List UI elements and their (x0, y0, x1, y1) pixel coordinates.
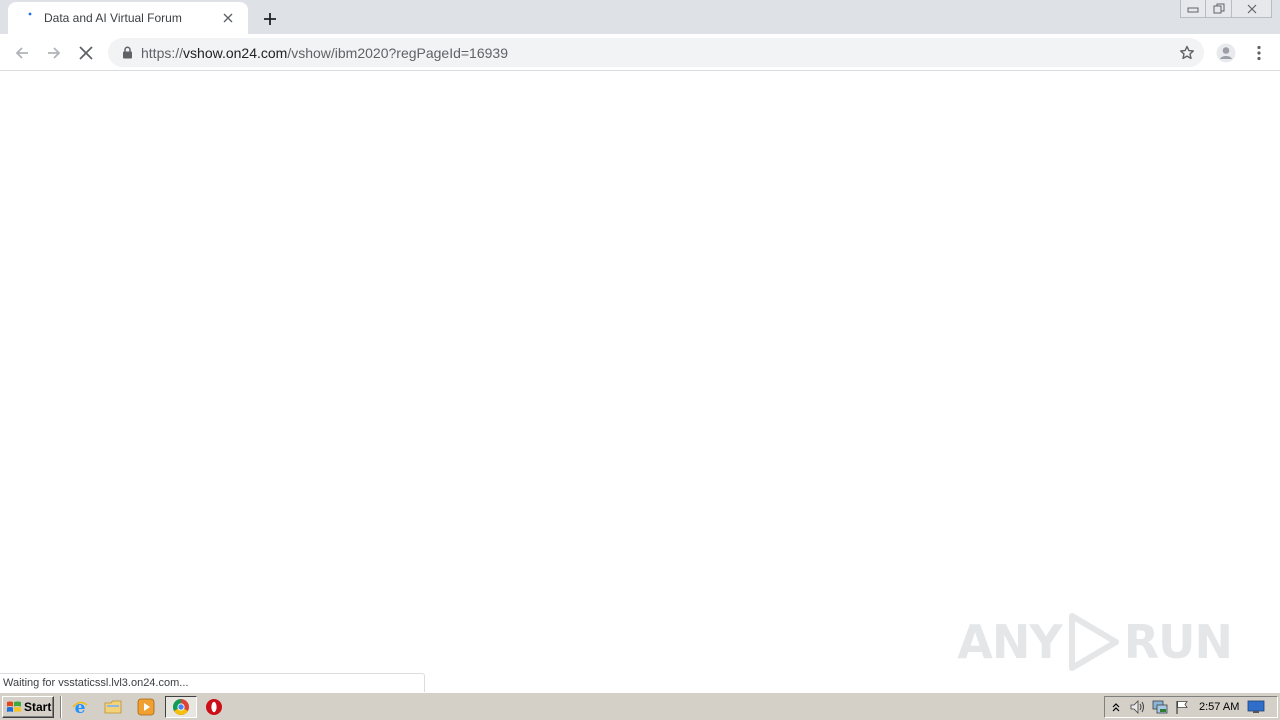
avatar-icon (1216, 43, 1236, 63)
page-content: ANY RUN Waiting for vsstaticssl.lvl3.on2… (0, 72, 1280, 692)
folder-icon (104, 700, 122, 714)
network-icon (1152, 700, 1168, 714)
system-tray: 2:57 AM (1104, 696, 1278, 718)
svg-text:e: e (75, 698, 86, 716)
chevron-up-icon (1112, 703, 1120, 712)
taskbar: Start e 2:57 AM (0, 692, 1280, 720)
network-button[interactable] (1149, 697, 1171, 717)
watermark-text-right: RUN (1123, 615, 1233, 669)
tab-strip: Data and AI Virtual Forum (0, 0, 1280, 34)
url-scheme: https:// (141, 44, 184, 61)
media-player-icon (137, 698, 155, 716)
url-host: vshow.on24.com (183, 44, 288, 61)
start-label: Start (24, 700, 52, 714)
action-center-button[interactable] (1171, 697, 1193, 717)
new-tab-button[interactable] (258, 7, 282, 31)
stop-icon (79, 46, 93, 60)
taskbar-separator (60, 696, 62, 718)
minimize-button[interactable] (1180, 0, 1206, 18)
opera-button[interactable] (202, 696, 226, 718)
bookmark-star-icon[interactable] (1178, 44, 1196, 62)
chrome-icon (173, 699, 189, 715)
opera-icon (206, 699, 222, 715)
close-window-button[interactable] (1232, 0, 1272, 18)
back-button[interactable] (8, 39, 36, 67)
file-explorer-button[interactable] (101, 696, 125, 718)
system-clock[interactable]: 2:57 AM (1199, 701, 1239, 713)
tab-close-icon[interactable] (220, 10, 236, 26)
show-desktop-button[interactable] (1245, 697, 1267, 717)
start-button[interactable]: Start (2, 696, 54, 718)
arrow-left-icon (15, 47, 28, 59)
media-player-button[interactable] (134, 696, 158, 718)
url-text: https://vshow.on24.com/vshow/ibm2020?reg… (141, 45, 508, 61)
browser-toolbar: https://vshow.on24.com/vshow/ibm2020?reg… (0, 34, 1280, 71)
volume-button[interactable] (1127, 697, 1149, 717)
restore-button[interactable] (1206, 0, 1232, 18)
restore-icon (1213, 3, 1224, 13)
menu-button[interactable] (1245, 39, 1273, 67)
lock-icon[interactable] (120, 46, 134, 60)
kebab-menu-icon (1257, 45, 1261, 61)
speaker-icon (1130, 700, 1144, 714)
loading-spinner-icon (22, 10, 38, 26)
play-triangle-icon (1068, 613, 1119, 671)
chrome-taskbar-button[interactable] (165, 696, 197, 718)
arrow-right-icon (48, 47, 61, 59)
internet-explorer-icon: e (72, 698, 88, 716)
windows-logo-icon (7, 701, 21, 712)
flag-icon (1176, 701, 1188, 714)
tray-expand-button[interactable] (1105, 697, 1127, 717)
anyrun-watermark: ANY RUN (957, 612, 1233, 672)
browser-tab[interactable]: Data and AI Virtual Forum (8, 2, 248, 34)
forward-button[interactable] (40, 39, 68, 67)
monitor-icon (1247, 700, 1265, 713)
tab-title: Data and AI Virtual Forum (44, 11, 182, 25)
url-path: /vshow/ibm2020?regPageId=16939 (287, 44, 508, 61)
watermark-text-left: ANY (957, 615, 1062, 669)
internet-explorer-button[interactable]: e (68, 696, 92, 718)
address-bar[interactable]: https://vshow.on24.com/vshow/ibm2020?reg… (108, 38, 1204, 67)
stop-loading-button[interactable] (72, 39, 100, 67)
window-controls (1180, 0, 1272, 18)
minimize-icon (1187, 7, 1199, 12)
close-icon (1247, 4, 1256, 13)
status-bubble: Waiting for vsstaticssl.lvl3.on24.com... (0, 673, 425, 692)
profile-button[interactable] (1212, 39, 1240, 67)
plus-icon (264, 13, 276, 25)
